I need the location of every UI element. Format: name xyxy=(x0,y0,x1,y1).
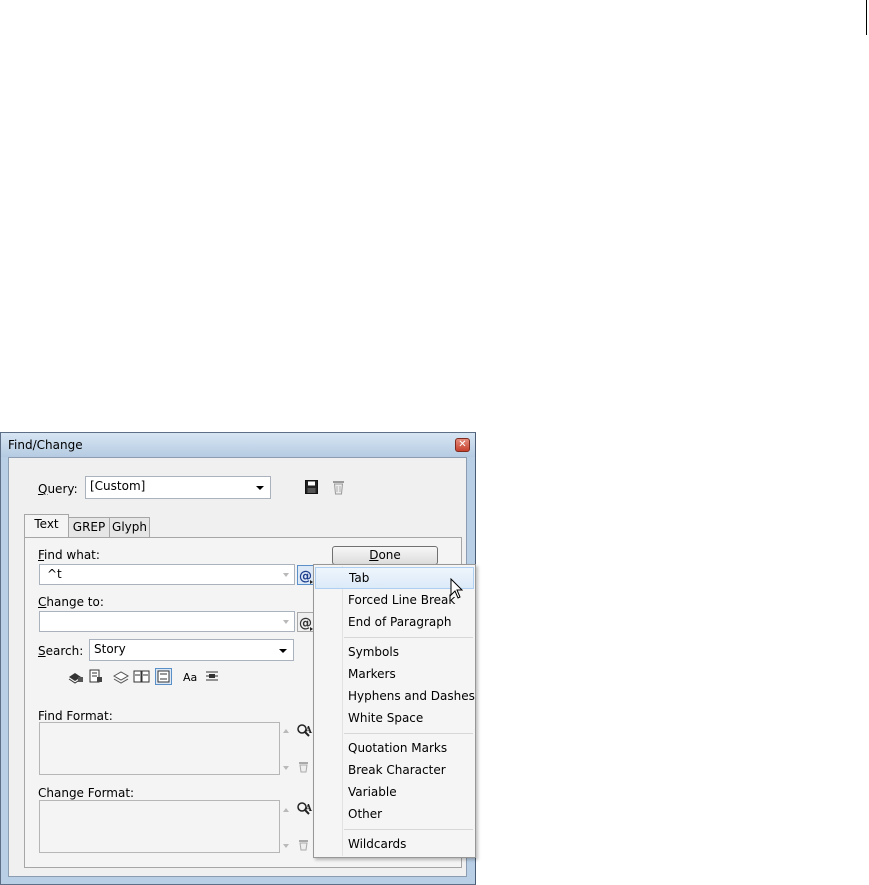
close-button[interactable]: ✕ xyxy=(455,438,470,452)
menu-item-end-of-paragraph[interactable]: End of Paragraph xyxy=(315,611,474,633)
close-icon: ✕ xyxy=(458,439,467,450)
menu-separator xyxy=(344,637,473,638)
include-hidden-layers-icon[interactable] xyxy=(113,670,129,684)
menu-separator xyxy=(344,733,473,734)
menu-item-quotation-marks[interactable]: Quotation Marks xyxy=(315,737,474,759)
scroll-up-icon[interactable] xyxy=(283,808,289,812)
clear-change-format-icon[interactable] xyxy=(298,839,309,851)
save-query-icon[interactable] xyxy=(305,480,318,494)
mouse-pointer-icon xyxy=(450,578,464,599)
tab-grep[interactable]: GREP xyxy=(68,517,110,537)
find-format-box[interactable] xyxy=(39,722,280,775)
whole-word-icon[interactable] xyxy=(205,670,219,683)
menu-item-symbols[interactable]: Symbols xyxy=(315,641,474,663)
change-format-label: Change Format: xyxy=(38,786,135,800)
query-value: [Custom] xyxy=(90,479,146,493)
scroll-down-icon[interactable] xyxy=(283,844,289,848)
chevron-down-icon xyxy=(279,649,287,653)
done-button[interactable]: Done xyxy=(332,546,438,565)
search-scope-value: Story xyxy=(94,642,126,656)
change-to-label: Change to: xyxy=(38,595,104,609)
query-select[interactable]: [Custom] xyxy=(85,476,271,499)
specify-change-format-icon[interactable]: A xyxy=(296,801,313,816)
tab-glyph[interactable]: Glyph xyxy=(109,517,150,537)
delete-query-icon[interactable] xyxy=(332,479,345,495)
menu-item-other[interactable]: Other xyxy=(315,803,474,825)
search-label: Search: xyxy=(38,644,84,658)
chevron-down-icon xyxy=(283,573,289,577)
change-format-box[interactable] xyxy=(39,800,280,853)
menu-separator xyxy=(344,829,473,830)
svg-text:A: A xyxy=(304,726,313,736)
tab-text-label: Text xyxy=(34,517,59,531)
search-scope-select[interactable]: Story xyxy=(89,639,294,661)
menu-item-hyphens-and-dashes[interactable]: Hyphens and Dashes xyxy=(315,685,475,707)
menu-item-variable[interactable]: Variable xyxy=(315,781,474,803)
find-format-label: Find Format: xyxy=(38,709,113,723)
case-sensitive-option[interactable]: Aa xyxy=(183,671,197,684)
tab-text[interactable]: Text xyxy=(24,514,69,537)
title-bar[interactable]: Find/Change ✕ xyxy=(1,433,475,457)
svg-text:A: A xyxy=(304,804,313,814)
clear-find-format-icon[interactable] xyxy=(298,761,309,773)
query-label: Query: xyxy=(38,482,78,496)
special-characters-menu: Tab Forced Line Break End of Paragraph S… xyxy=(313,564,476,858)
window-title: Find/Change xyxy=(8,438,83,452)
change-to-input[interactable] xyxy=(39,611,295,632)
include-footnotes-icon[interactable] xyxy=(155,668,172,685)
menu-item-markers[interactable]: Markers xyxy=(315,663,474,685)
tab-glyph-label: Glyph xyxy=(112,520,147,534)
menu-item-white-space[interactable]: White Space xyxy=(315,707,474,729)
chevron-down-icon xyxy=(256,486,264,490)
specify-find-format-icon[interactable]: A xyxy=(296,723,313,738)
menu-item-wildcards[interactable]: Wildcards xyxy=(315,833,474,855)
find-what-value: ^t xyxy=(47,567,62,581)
include-locked-layers-icon[interactable] xyxy=(68,670,84,684)
include-locked-stories-icon[interactable] xyxy=(89,669,103,684)
find-what-input[interactable]: ^t xyxy=(39,564,295,585)
chevron-down-icon xyxy=(283,620,289,624)
edge-marker xyxy=(866,0,867,35)
scroll-up-icon[interactable] xyxy=(283,729,289,733)
find-what-label: Find what: xyxy=(38,548,100,562)
include-master-pages-icon[interactable] xyxy=(133,669,150,684)
tab-grep-label: GREP xyxy=(72,520,106,534)
menu-item-break-character[interactable]: Break Character xyxy=(315,759,474,781)
scroll-down-icon[interactable] xyxy=(283,766,289,770)
